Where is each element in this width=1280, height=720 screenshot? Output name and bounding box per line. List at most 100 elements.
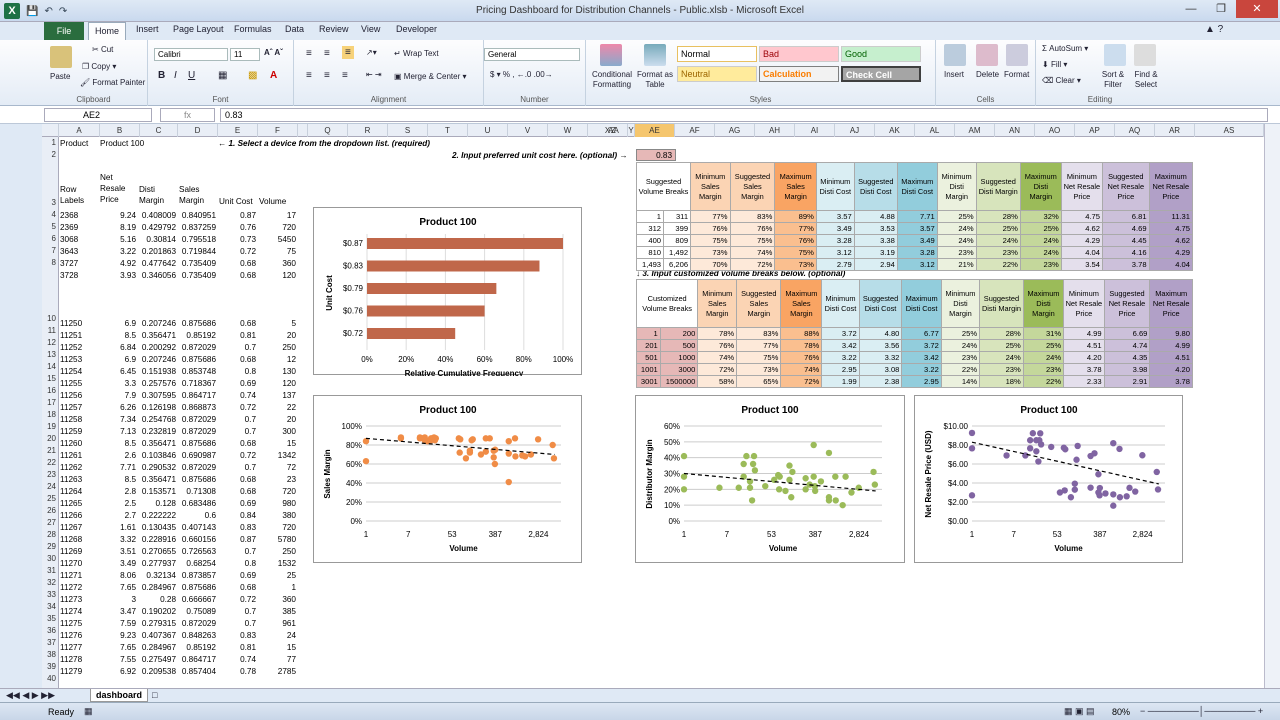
pivot-cell[interactable]: 0.73 <box>216 234 256 245</box>
pivot-cell[interactable]: 0.875686 <box>176 438 216 449</box>
insert-cells-button[interactable]: Insert <box>944 70 964 79</box>
font-color-icon[interactable]: A <box>270 70 277 81</box>
pivot-cell[interactable]: 0.875686 <box>176 318 216 329</box>
table-cell[interactable]: 58% <box>697 375 738 388</box>
pivot-cell[interactable]: 72 <box>256 462 296 473</box>
table-cell[interactable]: 3.12 <box>815 246 855 259</box>
table-cell[interactable]: 810 <box>635 246 665 259</box>
pivot-cell[interactable]: 0.6 <box>176 510 216 521</box>
tab-developer[interactable]: Developer <box>396 24 437 34</box>
table-cell[interactable]: 3.42 <box>901 351 942 364</box>
table-cell[interactable]: 22% <box>940 363 981 376</box>
align-center-icon[interactable]: ≡ <box>324 70 330 81</box>
pivot-cell[interactable]: 11272 <box>60 582 96 593</box>
table-cell[interactable]: 4.75 <box>1148 222 1194 235</box>
pivot-cell[interactable]: 3.22 <box>96 246 136 257</box>
pivot-cell[interactable]: 0.275497 <box>136 654 176 665</box>
pivot-cell[interactable]: 0.277937 <box>136 558 176 569</box>
pivot-cell[interactable]: 9.24 <box>96 210 136 221</box>
table-cell[interactable]: 1,493 <box>635 258 665 271</box>
table-cell[interactable]: 76% <box>729 222 776 235</box>
pivot-cell[interactable]: 3.93 <box>96 270 136 281</box>
row-header[interactable]: 11 <box>42 326 58 335</box>
row-header[interactable]: 24 <box>42 482 58 491</box>
col-header[interactable]: AI <box>795 124 835 137</box>
align-left-icon[interactable]: ≡ <box>306 70 312 81</box>
table-cell[interactable]: 7.71 <box>896 210 938 223</box>
pivot-cell[interactable]: 77 <box>256 654 296 665</box>
indent-icon[interactable]: ⇤ ⇥ <box>366 70 382 79</box>
pivot-cell[interactable]: 0.726563 <box>176 546 216 557</box>
table-cell[interactable]: 83% <box>729 210 776 223</box>
table-cell[interactable]: 4.16 <box>1101 246 1150 259</box>
col-header[interactable]: AP <box>1075 124 1115 137</box>
pivot-cell[interactable]: 6.84 <box>96 342 136 353</box>
row-header[interactable]: 20 <box>42 434 58 443</box>
pivot-cell[interactable]: 11255 <box>60 378 96 389</box>
pivot-cell[interactable]: 11252 <box>60 342 96 353</box>
pivot-cell[interactable]: 0.207246 <box>136 354 176 365</box>
pivot-cell[interactable]: 0.222222 <box>136 510 176 521</box>
pivot-cell[interactable]: 0.71308 <box>176 486 216 497</box>
header-row-labels[interactable]: Row Labels <box>60 184 90 206</box>
pivot-cell[interactable]: 720 <box>256 222 296 233</box>
table-cell[interactable]: 24% <box>1022 351 1065 364</box>
merge-center-button[interactable]: ▣ Merge & Center ▾ <box>394 72 467 81</box>
table-cell[interactable]: 1.99 <box>821 375 860 388</box>
cut-button[interactable]: ✂ Cut <box>92 45 113 54</box>
table-cell[interactable]: 76% <box>774 234 817 247</box>
paste-button[interactable]: Paste <box>50 72 70 81</box>
pivot-cell[interactable]: 1342 <box>256 450 296 461</box>
pivot-cell[interactable]: 0.68 <box>216 270 256 281</box>
row-header[interactable]: 5 <box>42 222 58 231</box>
table-cell[interactable]: 14% <box>940 375 981 388</box>
pivot-cell[interactable]: 0.68 <box>216 486 256 497</box>
table-cell[interactable]: 74% <box>697 351 738 364</box>
col-header-selected[interactable]: AE <box>635 124 675 137</box>
grow-font-icon[interactable]: Aˆ Aˇ <box>264 48 283 57</box>
underline-button[interactable]: U <box>188 70 195 81</box>
row-header[interactable]: 10 <box>42 314 58 323</box>
col-header[interactable]: R <box>348 124 388 137</box>
pivot-cell[interactable]: 3 <box>96 594 136 605</box>
pivot-cell[interactable]: 0.683486 <box>176 498 216 509</box>
row-header[interactable]: 2 <box>42 150 58 159</box>
pivot-cell[interactable]: 0.477642 <box>136 258 176 269</box>
format-table-icon[interactable] <box>644 44 666 66</box>
pivot-cell[interactable]: 8.5 <box>96 330 136 341</box>
table-cell[interactable]: 3000 <box>659 363 699 376</box>
delete-cells-button[interactable]: Delete <box>976 70 999 79</box>
row-header[interactable]: 15 <box>42 374 58 383</box>
table-cell[interactable]: 6.81 <box>1101 210 1150 223</box>
pivot-cell[interactable]: 0.284967 <box>136 582 176 593</box>
table-cell[interactable]: 4.35 <box>1103 351 1151 364</box>
col-header[interactable]: AK <box>875 124 915 137</box>
tab-data[interactable]: Data <box>285 24 304 34</box>
format-cells-icon[interactable] <box>1006 44 1028 66</box>
pivot-cell[interactable]: 75 <box>256 246 296 257</box>
row-header[interactable]: 14 <box>42 362 58 371</box>
pivot-cell[interactable]: 0.8 <box>216 558 256 569</box>
table-cell[interactable]: 2.91 <box>1103 375 1151 388</box>
pivot-cell[interactable]: 0.74 <box>216 390 256 401</box>
pivot-cell[interactable]: 0.872029 <box>176 426 216 437</box>
pivot-cell[interactable]: 360 <box>256 258 296 269</box>
pivot-cell[interactable]: 5 <box>256 318 296 329</box>
minimize-button[interactable]: — <box>1176 0 1206 18</box>
table-cell[interactable]: 3.42 <box>821 339 860 352</box>
table-cell[interactable]: 200 <box>659 327 699 340</box>
pivot-cell[interactable]: 0.85192 <box>176 330 216 341</box>
pivot-cell[interactable]: 22 <box>256 402 296 413</box>
col-header[interactable]: Q <box>308 124 348 137</box>
sales-margin-scatter-chart[interactable]: Product 100 0% 20% 40% 60% 80% 100% 1 7 53 387 2,82… <box>313 395 582 563</box>
table-cell[interactable]: 78% <box>780 339 823 352</box>
pivot-cell[interactable]: 11275 <box>60 618 96 629</box>
table-cell[interactable]: 75% <box>729 234 776 247</box>
unit-cost-bar-chart[interactable]: Product 100 0% 20% 40% 60% 80% 100% $0.87 $0.83 $… <box>313 207 582 378</box>
table-cell[interactable]: 23% <box>1019 258 1062 271</box>
table-cell[interactable]: 23% <box>975 246 1021 259</box>
find-select-button[interactable]: Find & Select <box>1130 70 1162 90</box>
pivot-cell[interactable]: 1532 <box>256 558 296 569</box>
pivot-cell[interactable]: 23 <box>256 474 296 485</box>
table-cell[interactable]: 88% <box>780 327 823 340</box>
